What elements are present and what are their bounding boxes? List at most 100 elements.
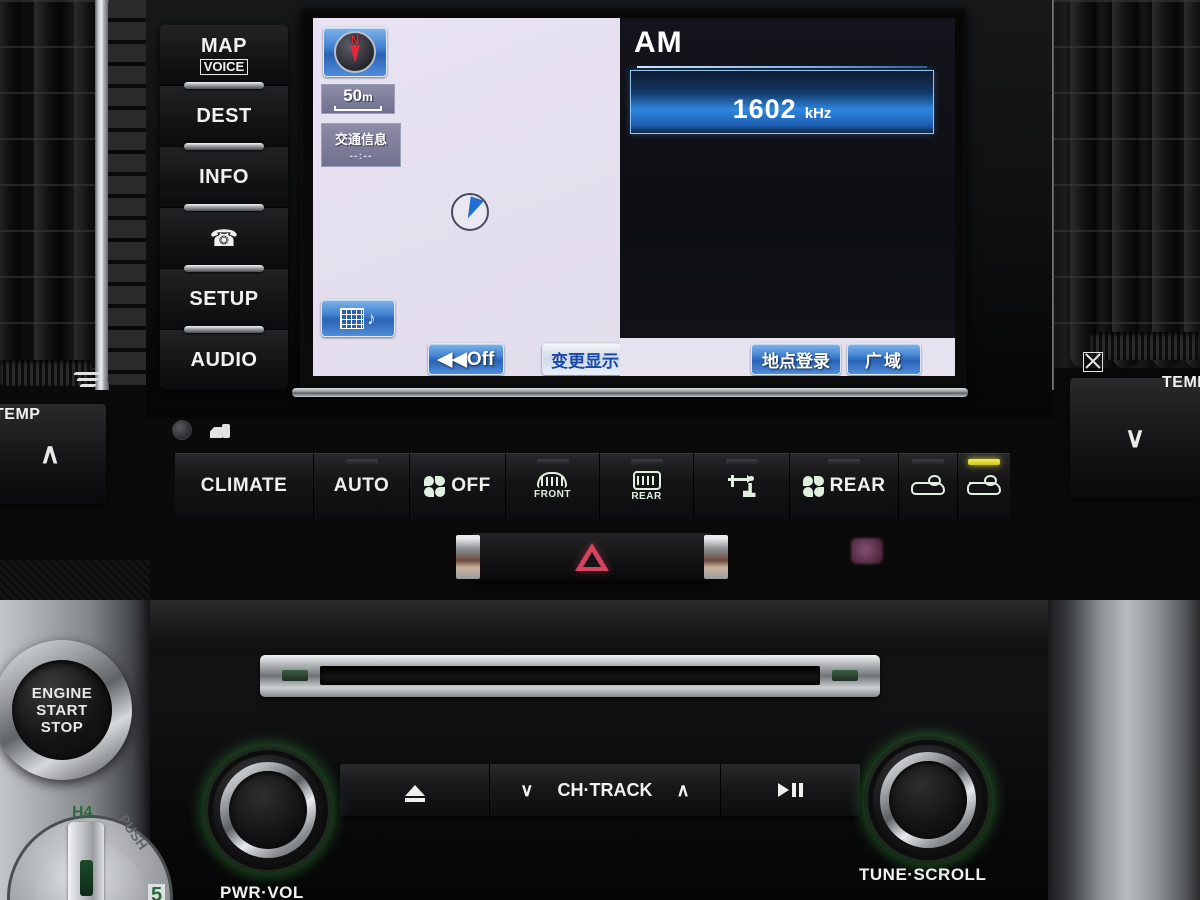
cd-slot-assembly[interactable] [260,655,880,697]
traffic-info-label: 交通信息 [334,131,387,147]
nav-button-ridge [184,204,264,211]
play-pause-icon [777,783,803,797]
traffic-info-box[interactable]: 交通信息 --:-- [321,123,401,167]
engine-label-line1: ENGINE [31,684,93,702]
nav-button-ridge [184,82,264,89]
track-down-chevron[interactable]: ∨ [520,780,533,801]
keypad-music-icon [340,307,365,329]
security-lock-icon [210,422,230,438]
nav-button-ridge [184,265,264,272]
airflow-mode-icon [727,475,756,497]
nav-button-dest[interactable]: DEST [160,86,288,150]
left-temp-up-chevron: ∧ [39,438,61,469]
fan-off-label: OFF [451,475,491,496]
front-defroster-indicator [536,459,569,465]
compass-north-button[interactable]: N [323,27,387,77]
engine-start-stop-button[interactable]: ENGINE START STOP [0,640,132,780]
radio-band-label: AM [634,26,683,59]
engine-label-line2: START [36,701,88,719]
map-scale-text: 50m [343,85,373,105]
console-silver-trim-right [1048,600,1200,900]
rear-defroster-indicator [630,459,663,465]
nav-button-stack: MAP VOICE DEST INFO ☎ SETUP AUDIO [160,25,288,390]
fan-icon [802,475,824,497]
auto-button-label: AUTO [333,475,390,496]
right-temp-down-button[interactable]: ∨ [1070,378,1200,498]
vehicle-position-marker [451,193,489,231]
nav-button-setup[interactable]: SETUP [160,269,288,333]
compass-icon: N [334,31,376,73]
ch-track-label: CH·TRACK [557,779,653,800]
tune-scroll-knob[interactable] [861,733,995,867]
eject-icon [404,784,425,802]
audio-info-pane[interactable]: AM 1602 kHz [620,18,955,338]
track-up-chevron[interactable]: ∧ [676,780,689,801]
front-defrost-icon: FRONT [534,472,571,500]
selector-indicator [80,860,93,896]
power-volume-knob[interactable] [201,743,335,877]
fan-off-button[interactable]: OFF [410,453,506,519]
traffic-off-button[interactable]: ◀◀Off [428,343,504,375]
frequency-display: 1602 kHz [630,66,934,134]
right-temperature-dial[interactable] [1090,332,1200,360]
phone-icon: ☎ [209,224,239,251]
map-scale-unit: m [362,89,373,104]
fresh-air-button[interactable] [958,453,1010,519]
nav-button-phone[interactable]: ☎ [160,208,288,272]
rear-defrost-icon: REAR [631,470,661,502]
airflow-mode-indicator [725,459,758,465]
screen-chrome-trim [292,388,968,397]
nav-button-dest-label: DEST [196,104,252,127]
map-scale-value: 50 [343,85,363,105]
cd-slot[interactable] [320,666,820,685]
nav-button-info-label: INFO [199,165,249,188]
eject-button[interactable] [340,764,491,816]
air-vent-right [1050,0,1200,368]
nav-button-info[interactable]: INFO [160,147,288,211]
right-temp-down-chevron: ∨ [1124,422,1146,453]
climate-control-row: CLIMATE AUTO OFF FRONT REAR REAR [175,453,1010,519]
play-pause-button[interactable] [720,764,860,816]
rear-defroster-button[interactable]: REAR [600,453,694,519]
navigation-screen[interactable]: N 50m 交通信息 --:-- ♪ ◀◀Off 变更显示 AM 1602 kH… [300,8,966,392]
airflow-mode-button[interactable] [694,453,790,519]
fan-icon [424,475,446,497]
nav-button-map[interactable]: MAP VOICE [160,25,288,89]
ch-track-button[interactable]: ∨ CH·TRACK ∧ [490,764,721,816]
change-display-label: 变更显示 [551,351,619,371]
media-source-button[interactable]: ♪ [321,299,395,337]
airflow-waves-icon [73,372,101,388]
register-point-button[interactable]: 地点登录 [751,343,841,375]
air-recirculate-button[interactable] [899,453,958,519]
traffic-info-time: --:-- [349,149,373,162]
auto-button[interactable]: AUTO [314,453,410,519]
rear-fan-label: REAR [829,475,886,496]
engine-button-face[interactable]: ENGINE START STOP [12,660,112,760]
audio-head-unit-panel: ∨ CH·TRACK ∧ PWR·VOL TUNE·SCROLL [148,600,1048,900]
wide-area-button[interactable]: 广域 [847,343,921,375]
indicator-icon-group [172,420,230,440]
frequency-text: 1602 kHz [631,94,933,125]
transfer-case-selector[interactable]: H4 PUSH 5 [10,804,180,900]
right-temp-label: TEMP [1162,374,1200,391]
hazard-light-button[interactable] [456,533,728,581]
knob-face [229,771,307,849]
engine-label-line3: STOP [40,718,84,736]
rear-fan-button[interactable]: REAR [790,453,899,519]
track-control-row: ∨ CH·TRACK ∧ [340,764,860,816]
change-display-button[interactable]: 变更显示 [542,343,628,375]
cd-slot-tab-right [832,670,858,681]
tune-scroll-knob-label: TUNE·SCROLL [859,865,987,884]
map-pane[interactable]: N 50m 交通信息 --:-- ♪ ◀◀Off 变更显示 [313,18,628,376]
front-defroster-button[interactable]: FRONT [506,453,600,519]
nav-button-map-label: MAP [201,35,247,57]
wide-area-label: 广域 [865,351,903,371]
rear-fan-indicator [828,459,860,465]
vent-grid-right [1050,0,1200,368]
map-scale-indicator[interactable]: 50m [321,84,395,114]
compass-needle [350,45,360,63]
climate-button[interactable]: CLIMATE [175,453,314,519]
nav-button-audio[interactable]: AUDIO [160,330,288,390]
panel-gloss-highlight [148,600,1048,646]
car-center-console: N 50m 交通信息 --:-- ♪ ◀◀Off 变更显示 AM 1602 kH… [0,0,1200,900]
